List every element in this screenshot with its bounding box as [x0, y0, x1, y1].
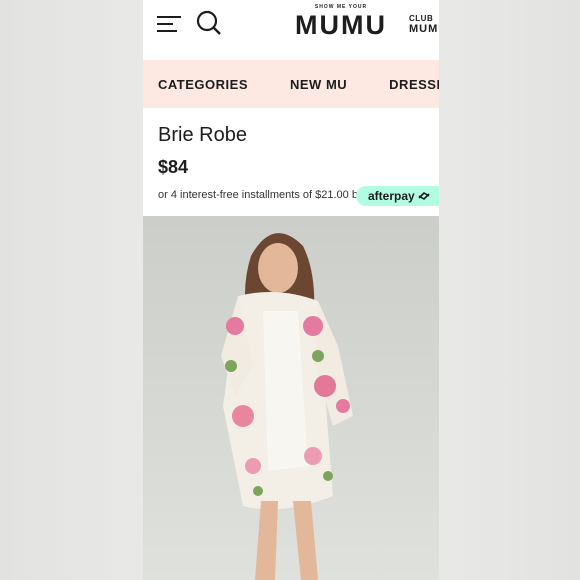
product-price: $84 — [158, 157, 189, 177]
logo-wordmark: MUMU — [295, 10, 387, 40]
nav-item-new-mu[interactable]: NEW MU — [290, 77, 347, 92]
search-icon[interactable] — [195, 9, 223, 37]
product-photo[interactable] — [143, 216, 439, 580]
phone-screen: SHOW ME YOUR MUMU CLUB MUMU CATEGORIES N… — [143, 0, 439, 580]
menu-icon[interactable] — [155, 12, 183, 36]
category-nav: CATEGORIES NEW MU DRESSES — [143, 60, 439, 108]
afterpay-icon — [418, 191, 430, 201]
afterpay-label: afterpay — [368, 189, 415, 203]
nav-item-dresses[interactable]: DRESSES — [389, 77, 439, 92]
afterpay-badge[interactable]: afterpay — [356, 186, 439, 206]
brand-logo[interactable]: SHOW ME YOUR MUMU — [291, 4, 391, 40]
installment-text: or 4 interest-free installments of $21.0… — [158, 189, 364, 201]
club-label: CLUB — [409, 14, 434, 23]
product-title: Brie Robe — [158, 124, 247, 146]
club-mumu-link[interactable]: CLUB MUMU — [409, 14, 439, 35]
header: SHOW ME YOUR MUMU CLUB MUMU — [143, 0, 439, 60]
nav-item-categories[interactable]: CATEGORIES — [158, 77, 248, 92]
club-mumu-label: MUMU — [409, 23, 439, 35]
